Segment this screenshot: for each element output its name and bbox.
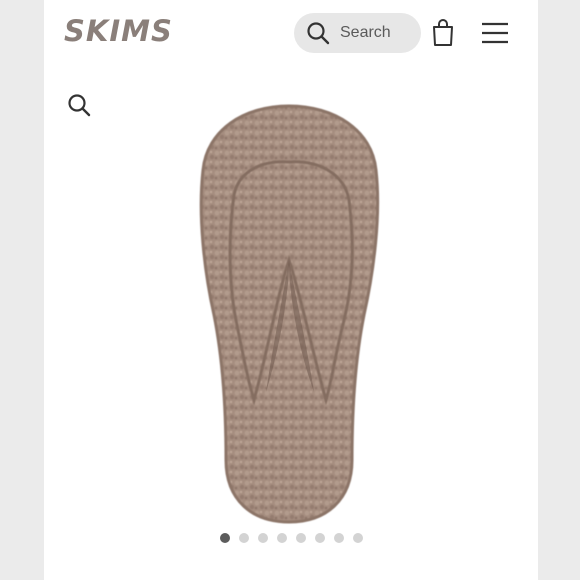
gallery-dot[interactable] (352, 533, 363, 543)
brand-logo[interactable]: SKIMS (64, 14, 173, 48)
site-header: SKIMS Search (44, 0, 538, 66)
gallery-dot[interactable] (238, 533, 249, 543)
shopping-bag-icon[interactable] (431, 19, 455, 47)
gallery-pagination (44, 533, 538, 545)
gallery-dot[interactable] (276, 533, 287, 543)
search-bar[interactable]: Search (294, 13, 421, 53)
gallery-dot[interactable] (333, 533, 344, 543)
search-label: Search (340, 24, 391, 41)
product-image-fuzzy-slipper[interactable] (194, 100, 384, 530)
gallery-dot[interactable] (257, 533, 268, 543)
gallery-dot[interactable] (219, 533, 230, 543)
gallery-dot[interactable] (295, 533, 306, 543)
product-page: SKIMS Search (44, 0, 538, 580)
search-icon (307, 22, 330, 45)
zoom-icon[interactable] (67, 93, 91, 117)
hamburger-menu-icon[interactable] (480, 20, 510, 46)
gallery-dot[interactable] (314, 533, 325, 543)
